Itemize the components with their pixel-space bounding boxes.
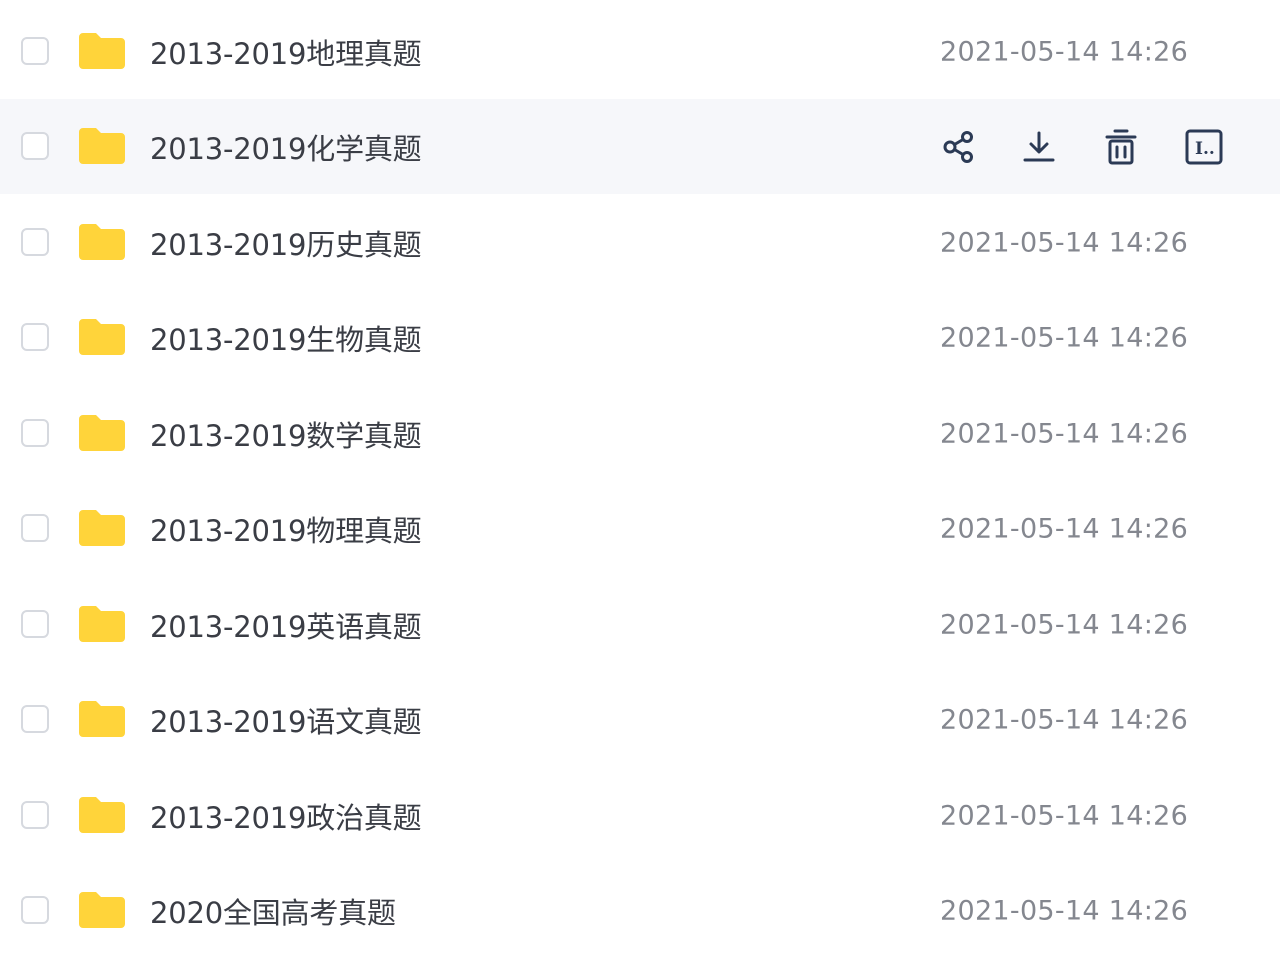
file-row[interactable]: 2013-2019政治真题 2021-05-14 14:26 xyxy=(0,768,1280,863)
modified-time: 2021-05-14 14:26 xyxy=(940,36,1189,67)
file-name[interactable]: 2013-2019历史真题 xyxy=(150,222,422,264)
file-row[interactable]: 2013-2019英语真题 2021-05-14 14:26 xyxy=(0,577,1280,672)
file-name[interactable]: 2013-2019数学真题 xyxy=(150,413,422,455)
folder-icon xyxy=(79,414,125,451)
folder-icon xyxy=(79,318,125,355)
row-checkbox[interactable] xyxy=(21,36,49,65)
file-row[interactable]: 2013-2019生物真题 2021-05-14 14:26 xyxy=(0,290,1280,385)
download-button[interactable] xyxy=(1018,127,1060,167)
file-list: 2013-2019地理真题 2021-05-14 14:26 2013-2019… xyxy=(0,0,1280,964)
file-name[interactable]: 2013-2019政治真题 xyxy=(150,795,422,837)
share-button[interactable] xyxy=(938,127,980,167)
modified-time: 2021-05-14 14:26 xyxy=(940,418,1189,449)
folder-icon xyxy=(79,223,125,260)
file-name[interactable]: 2013-2019地理真题 xyxy=(150,31,422,73)
row-actions: I.. xyxy=(938,127,1238,167)
delete-icon xyxy=(1105,129,1137,164)
folder-icon xyxy=(79,127,125,164)
file-row[interactable]: 2013-2019化学真题 I.. xyxy=(0,99,1280,194)
row-checkbox[interactable] xyxy=(21,322,49,351)
file-name[interactable]: 2020全国高考真题 xyxy=(150,890,396,932)
row-checkbox[interactable] xyxy=(21,131,49,160)
row-checkbox[interactable] xyxy=(21,513,49,542)
file-name[interactable]: 2013-2019物理真题 xyxy=(150,508,422,550)
row-checkbox[interactable] xyxy=(21,895,49,924)
folder-icon xyxy=(79,509,125,546)
folder-icon xyxy=(79,891,125,928)
modified-time: 2021-05-14 14:26 xyxy=(940,513,1189,544)
row-checkbox[interactable] xyxy=(21,609,49,638)
file-row[interactable]: 2013-2019地理真题 2021-05-14 14:26 xyxy=(0,4,1280,99)
modified-time: 2021-05-14 14:26 xyxy=(940,800,1189,831)
file-name[interactable]: 2013-2019生物真题 xyxy=(150,317,422,359)
share-icon xyxy=(943,130,973,163)
row-checkbox[interactable] xyxy=(21,800,49,829)
rename-button[interactable]: I.. xyxy=(1183,127,1225,167)
file-row[interactable]: 2020全国高考真题 2021-05-14 14:26 xyxy=(0,863,1280,958)
file-row[interactable]: 2013-2019历史真题 2021-05-14 14:26 xyxy=(0,195,1280,290)
modified-time: 2021-05-14 14:26 xyxy=(940,609,1189,640)
row-checkbox[interactable] xyxy=(21,227,49,256)
file-name[interactable]: 2013-2019语文真题 xyxy=(150,699,422,741)
file-row[interactable]: 2013-2019物理真题 2021-05-14 14:26 xyxy=(0,481,1280,576)
folder-icon xyxy=(79,796,125,833)
folder-icon xyxy=(79,32,125,69)
folder-icon xyxy=(79,700,125,737)
file-name[interactable]: 2013-2019英语真题 xyxy=(150,604,422,646)
file-name[interactable]: 2013-2019化学真题 xyxy=(150,126,422,168)
modified-time: 2021-05-14 14:26 xyxy=(940,895,1189,926)
row-checkbox[interactable] xyxy=(21,418,49,447)
rename-icon: I.. xyxy=(1185,129,1223,164)
modified-time: 2021-05-14 14:26 xyxy=(940,322,1189,353)
modified-time: 2021-05-14 14:26 xyxy=(940,704,1189,735)
file-row[interactable]: 2013-2019数学真题 2021-05-14 14:26 xyxy=(0,386,1280,481)
download-icon xyxy=(1023,131,1055,161)
modified-time: 2021-05-14 14:26 xyxy=(940,227,1189,258)
folder-icon xyxy=(79,605,125,642)
svg-text:I..: I.. xyxy=(1195,139,1215,159)
file-row[interactable]: 2013-2019语文真题 2021-05-14 14:26 xyxy=(0,672,1280,767)
delete-button[interactable] xyxy=(1100,127,1142,167)
row-checkbox[interactable] xyxy=(21,704,49,733)
